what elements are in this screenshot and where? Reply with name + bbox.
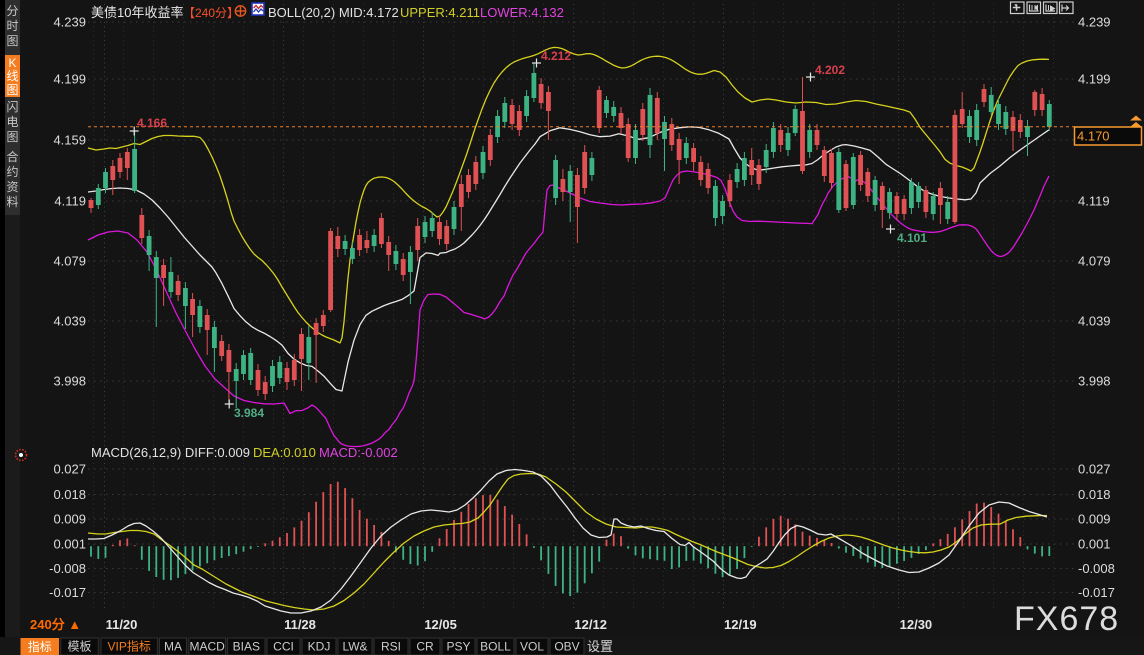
svg-text:-0.017: -0.017 <box>1078 585 1115 600</box>
svg-text:4.239: 4.239 <box>53 15 86 30</box>
svg-text:4.119: 4.119 <box>54 194 86 209</box>
svg-text:12/19: 12/19 <box>724 617 757 632</box>
svg-text:LOWER:4.132: LOWER:4.132 <box>480 5 564 20</box>
svg-text:线: 线 <box>6 69 18 83</box>
svg-text:4.202: 4.202 <box>815 63 845 77</box>
svg-text:资: 资 <box>6 180 18 194</box>
svg-text:图: 图 <box>6 34 18 48</box>
svg-text:4.119: 4.119 <box>1078 194 1110 209</box>
svg-text:UPPER:4.211: UPPER:4.211 <box>400 5 480 20</box>
svg-text:CR: CR <box>416 640 434 654</box>
svg-text:MACD:-0.002: MACD:-0.002 <box>319 445 398 460</box>
svg-text:12/05: 12/05 <box>424 617 457 632</box>
svg-text:4.199: 4.199 <box>1078 72 1111 87</box>
svg-text:0.027: 0.027 <box>1078 462 1111 477</box>
svg-text:BOLL(20,2) MID:4.172: BOLL(20,2) MID:4.172 <box>268 5 399 20</box>
svg-text:3.998: 3.998 <box>1078 374 1111 389</box>
svg-text:KDJ: KDJ <box>308 640 331 654</box>
svg-text:BIAS: BIAS <box>233 640 260 654</box>
svg-text:-0.008: -0.008 <box>49 561 86 576</box>
svg-text:4.212: 4.212 <box>541 49 571 63</box>
svg-text:11/20: 11/20 <box>106 617 138 632</box>
svg-text:LW&: LW& <box>342 640 367 654</box>
svg-text:RSI: RSI <box>381 640 401 654</box>
svg-text:MA: MA <box>164 640 182 654</box>
svg-text:4.239: 4.239 <box>1078 15 1111 30</box>
svg-text:VOL: VOL <box>520 640 544 654</box>
svg-text:4.170: 4.170 <box>1077 129 1110 144</box>
svg-text:约: 约 <box>6 164 18 179</box>
svg-text:料: 料 <box>6 195 18 209</box>
svg-text:模板: 模板 <box>68 640 92 654</box>
svg-text:【240分】: 【240分】 <box>183 6 239 20</box>
svg-text:0.018: 0.018 <box>1078 487 1111 502</box>
svg-text:4.039: 4.039 <box>1078 314 1111 329</box>
svg-text:12/12: 12/12 <box>574 617 607 632</box>
svg-text:图: 图 <box>6 83 18 97</box>
svg-text:美债10年收益率: 美债10年收益率 <box>91 5 183 20</box>
svg-text:0.001: 0.001 <box>1078 537 1111 552</box>
svg-text:4.039: 4.039 <box>53 314 86 329</box>
svg-text:4.166: 4.166 <box>137 116 167 130</box>
svg-text:指标: 指标 <box>28 639 52 654</box>
svg-text:VIP指标: VIP指标 <box>108 639 151 654</box>
svg-text:DEA:0.010: DEA:0.010 <box>253 445 316 460</box>
svg-text:合: 合 <box>6 149 18 164</box>
svg-text:3.998: 3.998 <box>53 374 86 389</box>
svg-text:4.101: 4.101 <box>897 231 927 245</box>
svg-text:0.001: 0.001 <box>53 537 86 552</box>
svg-text:240分 ▲: 240分 ▲ <box>30 617 81 632</box>
svg-text:0.018: 0.018 <box>53 487 86 502</box>
svg-text:OBV: OBV <box>554 640 579 654</box>
svg-text:4.199: 4.199 <box>53 72 86 87</box>
svg-text:MACD: MACD <box>189 640 225 654</box>
svg-text:FX678: FX678 <box>1014 600 1119 638</box>
svg-text:4.079: 4.079 <box>1078 254 1111 269</box>
svg-text:设置: 设置 <box>587 639 613 654</box>
svg-text:4.159: 4.159 <box>53 133 86 148</box>
svg-text:-0.017: -0.017 <box>49 585 86 600</box>
svg-text:PSY: PSY <box>446 640 470 654</box>
svg-text:MACD(26,12,9) DIFF:0.009: MACD(26,12,9) DIFF:0.009 <box>91 445 250 460</box>
svg-text:0.027: 0.027 <box>53 462 86 477</box>
svg-text:时: 时 <box>6 19 18 33</box>
svg-text:12/30: 12/30 <box>900 617 933 632</box>
svg-text:闪: 闪 <box>6 100 18 114</box>
svg-text:BOLL: BOLL <box>480 640 511 654</box>
svg-text:-0.008: -0.008 <box>1078 561 1115 576</box>
svg-text:11/28: 11/28 <box>284 617 316 632</box>
svg-text:CCI: CCI <box>273 640 294 654</box>
svg-text:0.009: 0.009 <box>1078 512 1111 527</box>
svg-text:3.984: 3.984 <box>234 406 264 420</box>
svg-text:电: 电 <box>6 115 18 129</box>
svg-text:图: 图 <box>6 130 18 144</box>
svg-text:K: K <box>8 56 16 70</box>
svg-text:4.079: 4.079 <box>53 254 86 269</box>
svg-text:0.009: 0.009 <box>53 512 86 527</box>
svg-text:分: 分 <box>6 4 18 18</box>
